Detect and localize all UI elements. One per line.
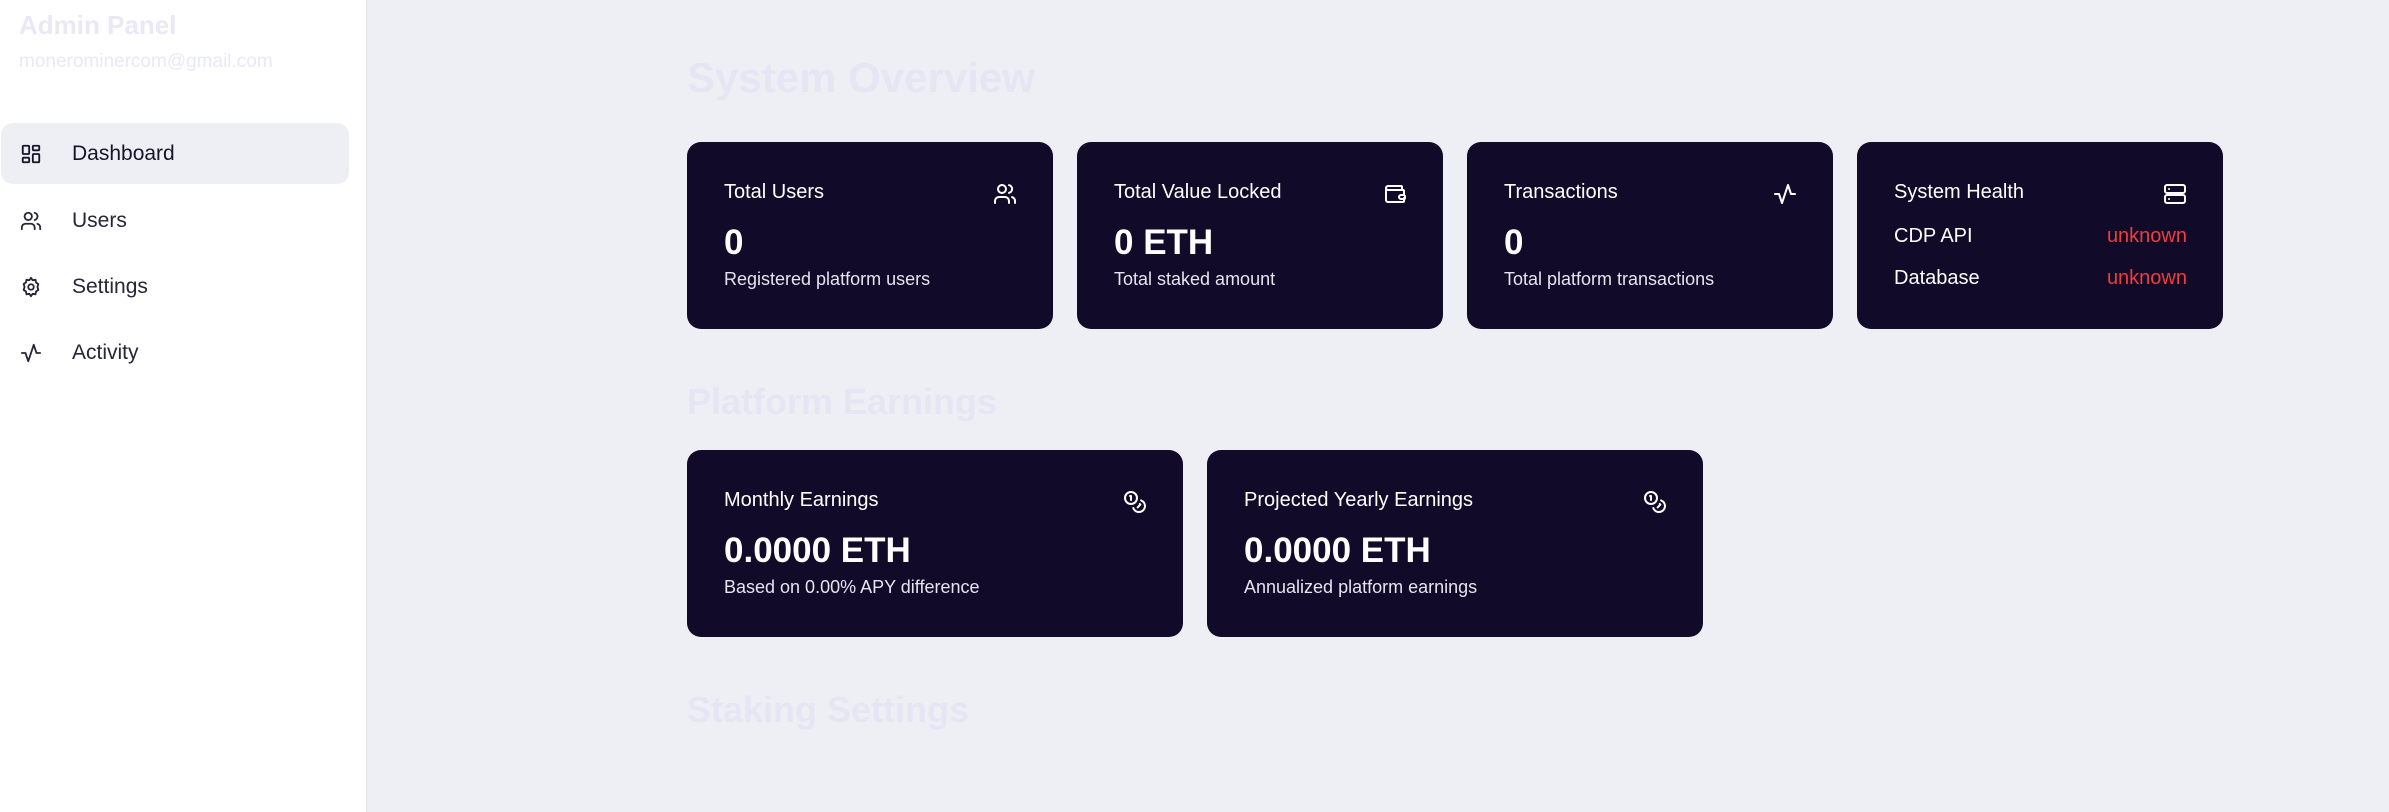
health-label: CDP API bbox=[1894, 224, 1973, 247]
activity-icon bbox=[20, 342, 42, 364]
system-health-card: System Health CDP API unknown Database u… bbox=[1857, 142, 2223, 329]
activity-icon bbox=[1773, 182, 1797, 206]
card-subtitle: Total platform transactions bbox=[1504, 269, 1715, 289]
card-title: Transactions bbox=[1504, 181, 1618, 203]
users-icon bbox=[20, 210, 42, 232]
monthly-earnings-card: Monthly Earnings 0.0000 ETH Based on 0.0… bbox=[687, 450, 1183, 637]
total-value-locked-card: Total Value Locked 0 ETH Total staked am… bbox=[1077, 142, 1443, 329]
coins-icon bbox=[1643, 490, 1667, 514]
card-title: Monthly Earnings bbox=[724, 489, 879, 511]
user-email: monerominercom@gmail.com bbox=[19, 51, 273, 72]
card-value: 0.0000 ETH bbox=[724, 531, 911, 570]
sidebar-item-settings[interactable]: Settings bbox=[1, 256, 349, 317]
staking-settings-title: Staking Settings bbox=[687, 689, 970, 730]
card-subtitle: Total staked amount bbox=[1114, 269, 1276, 289]
sidebar-item-label: Settings bbox=[72, 274, 148, 298]
health-row-cdp-api: CDP API unknown bbox=[1894, 223, 2187, 249]
card-subtitle: Based on 0.00% APY difference bbox=[724, 577, 980, 597]
app-title: Admin Panel bbox=[19, 10, 177, 40]
card-title: Total Value Locked bbox=[1114, 181, 1282, 203]
gear-icon bbox=[20, 276, 42, 298]
server-icon bbox=[2163, 182, 2187, 206]
dashboard-icon bbox=[20, 143, 42, 165]
card-title: Total Users bbox=[724, 181, 825, 203]
wallet-icon bbox=[1383, 182, 1407, 206]
yearly-earnings-card: Projected Yearly Earnings 0.0000 ETH Ann… bbox=[1207, 450, 1703, 637]
coins-icon bbox=[1123, 490, 1147, 514]
sidebar-item-label: Activity bbox=[72, 340, 139, 364]
sidebar-item-label: Users bbox=[72, 208, 127, 232]
platform-earnings-title: Platform Earnings bbox=[687, 381, 998, 422]
card-value: 0 bbox=[724, 223, 744, 262]
status-badge: unknown bbox=[2106, 266, 2187, 289]
sidebar-item-activity[interactable]: Activity bbox=[1, 322, 349, 383]
transactions-card: Transactions 0 Total platform transactio… bbox=[1467, 142, 1833, 329]
card-value: 0 bbox=[1504, 223, 1524, 262]
sidebar-item-label: Dashboard bbox=[72, 141, 175, 165]
card-title: System Health bbox=[1894, 181, 2025, 203]
sidebar: Admin Panel monerominercom@gmail.com Das… bbox=[0, 0, 367, 812]
health-label: Database bbox=[1894, 266, 1980, 289]
total-users-card: Total Users 0 Registered platform users bbox=[687, 142, 1053, 329]
card-title: Projected Yearly Earnings bbox=[1244, 489, 1474, 511]
users-icon bbox=[993, 182, 1017, 206]
sidebar-item-dashboard[interactable]: Dashboard bbox=[1, 123, 349, 184]
status-badge: unknown bbox=[2106, 224, 2187, 247]
health-row-database: Database unknown bbox=[1894, 265, 2187, 291]
sidebar-item-users[interactable]: Users bbox=[1, 190, 349, 251]
card-subtitle: Registered platform users bbox=[724, 269, 931, 289]
card-value: 0.0000 ETH bbox=[1244, 531, 1431, 570]
system-overview-title: System Overview bbox=[687, 54, 1035, 101]
card-value: 0 ETH bbox=[1114, 223, 1214, 262]
card-subtitle: Annualized platform earnings bbox=[1244, 577, 1478, 597]
